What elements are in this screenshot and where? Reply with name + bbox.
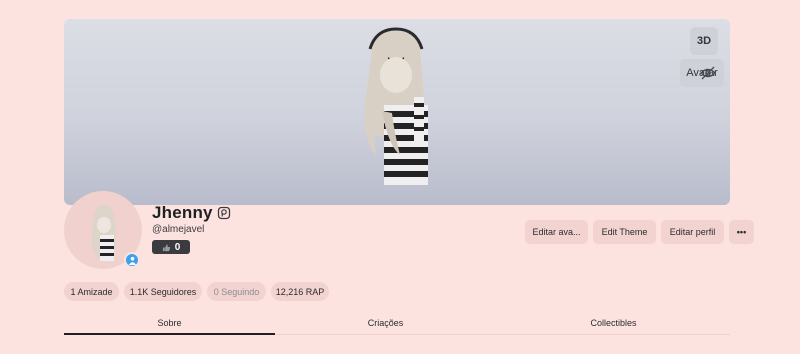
tab-criacoes[interactable]: Criações <box>280 312 491 334</box>
edit-profile-button[interactable]: Editar perfil <box>661 220 724 244</box>
avatar-3d-figure[interactable] <box>354 27 444 199</box>
thumbs-up-icon <box>162 243 170 251</box>
edit-avatar-button[interactable]: Editar ava... <box>525 220 588 244</box>
shield-badge-icon <box>217 206 230 220</box>
active-tab-indicator <box>64 333 275 335</box>
eye-slash-icon[interactable] <box>700 65 716 81</box>
friends-count[interactable]: 1 Amizade <box>64 282 119 301</box>
reputation-value: 0 <box>174 241 181 253</box>
more-options-button[interactable]: ••• <box>729 220 754 244</box>
person-icon <box>128 256 136 265</box>
reputation-badge: 0 <box>152 240 190 254</box>
rap-value[interactable]: 12,216 RAP <box>271 282 329 301</box>
username: @almejavel <box>152 224 205 235</box>
followers-count[interactable]: 1.1K Seguidores <box>124 282 202 301</box>
tab-collectibles[interactable]: Collectibles <box>508 312 719 334</box>
edit-theme-button[interactable]: Edit Theme <box>593 220 656 244</box>
tab-sobre[interactable]: Sobre <box>64 312 275 334</box>
profile-name-row: Jhenny <box>152 203 231 223</box>
avatar-banner: 3D Avatar <box>64 19 730 205</box>
display-name: Jhenny <box>152 203 213 222</box>
online-status-badge <box>124 252 140 268</box>
following-count[interactable]: 0 Seguindo <box>207 282 266 301</box>
view-3d-button[interactable]: 3D <box>690 27 718 55</box>
